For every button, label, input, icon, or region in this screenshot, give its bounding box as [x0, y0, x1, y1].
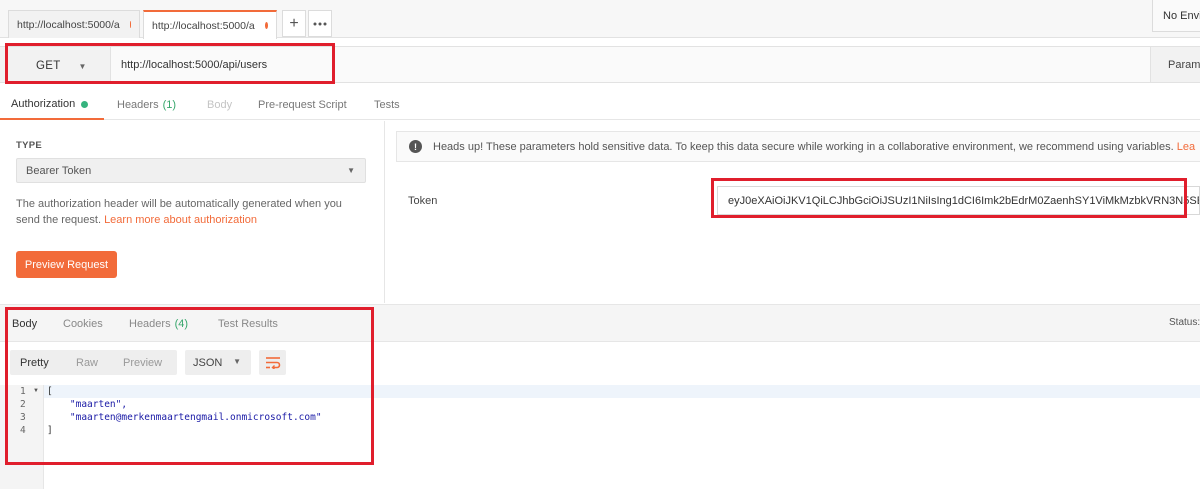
- tab-label: Headers: [129, 318, 171, 330]
- type-label: TYPE: [16, 140, 43, 151]
- tab-body[interactable]: Body: [207, 90, 232, 120]
- ellipsis-icon: [313, 22, 327, 25]
- request-subtabs: Authorization Headers (1) Body Pre-reque…: [0, 90, 1200, 120]
- code-line: ]: [47, 425, 53, 436]
- new-tab-button[interactable]: +: [282, 10, 306, 37]
- request-tab[interactable]: http://localhost:5000/a: [8, 10, 140, 38]
- unsaved-dot-icon: [129, 21, 131, 28]
- tab-label: Body: [12, 318, 38, 330]
- format-select[interactable]: JSON ▼: [185, 350, 251, 375]
- status-dot-icon: [81, 100, 89, 108]
- auth-desc-text: send the request.: [16, 214, 105, 226]
- auth-type-panel: TYPE Bearer Token ▼ The authorization he…: [0, 121, 385, 303]
- auth-description: The authorization header will be automat…: [16, 196, 366, 228]
- preview-button[interactable]: Preview: [123, 350, 162, 375]
- auth-type-select[interactable]: Bearer Token ▼: [16, 158, 366, 183]
- response-body-editor[interactable]: 1 ▼ 2 3 4 [ "maarten", "maarten@merkenma…: [0, 385, 1200, 489]
- line-gutter: 1 ▼ 2 3 4: [0, 385, 44, 489]
- tab-label: Test Results: [218, 318, 278, 330]
- wrap-lines-button[interactable]: [259, 350, 286, 375]
- caret-down-icon: ▼: [233, 357, 241, 366]
- line-number: 2: [20, 399, 26, 410]
- tab-pre-request-script[interactable]: Pre-request Script: [258, 90, 347, 120]
- tab-count: (4): [174, 318, 189, 330]
- view-mode-group: Pretty Raw Preview: [10, 350, 177, 375]
- auth-desc-line2: send the request. Learn more about autho…: [16, 212, 366, 228]
- wrap-lines-icon: [265, 357, 280, 369]
- tab-label: Pre-request Script: [258, 99, 347, 111]
- pretty-button[interactable]: Pretty: [20, 350, 49, 375]
- caret-down-icon: ▼: [347, 166, 355, 175]
- status-label: Status:: [1169, 317, 1200, 328]
- tab-authorization[interactable]: Authorization: [0, 90, 104, 120]
- method-label: GET: [36, 60, 61, 72]
- environment-label: No Envi: [1163, 9, 1200, 22]
- token-input[interactable]: eyJ0eXAiOiJKV1QiLCJhbGciOiJSUzI1NiIsIng1…: [717, 186, 1200, 215]
- auth-params-panel: ! Heads up! These parameters hold sensit…: [386, 121, 1200, 303]
- method-select[interactable]: GET ▼: [18, 53, 108, 79]
- tab-label: Authorization: [11, 98, 76, 110]
- raw-button[interactable]: Raw: [76, 350, 98, 375]
- line-number: 3: [20, 412, 26, 423]
- auth-desc-line1: The authorization header will be automat…: [16, 198, 342, 210]
- code-line: "maarten@merkenmaartengmail.onmicrosoft.…: [47, 412, 322, 423]
- tab-response-headers[interactable]: Headers (4): [129, 305, 188, 343]
- tab-label: Tests: [374, 99, 400, 111]
- more-tabs-button[interactable]: [308, 10, 332, 37]
- learn-more-link[interactable]: Learn more about authorization: [104, 214, 257, 226]
- params-label: Param: [1168, 58, 1200, 71]
- fold-arrow-icon[interactable]: ▼: [33, 388, 39, 394]
- active-line-highlight: [0, 385, 1200, 398]
- unsaved-dot-icon: [264, 22, 268, 29]
- request-tab-label: http://localhost:5000/a: [152, 19, 255, 32]
- tab-headers[interactable]: Headers (1): [117, 90, 176, 120]
- info-icon: !: [409, 140, 422, 153]
- response-toolbar: Pretty Raw Preview JSON ▼: [0, 343, 1200, 385]
- token-label: Token: [408, 195, 438, 207]
- tab-count: (1): [162, 99, 177, 111]
- caret-down-icon: ▼: [78, 61, 87, 71]
- url-input[interactable]: http://localhost:5000/api/users: [110, 47, 1150, 82]
- request-tab-label: http://localhost:5000/a: [17, 18, 120, 31]
- response-tabs: Body Cookies Headers (4) Test Results St…: [0, 304, 1200, 342]
- line-number: 1: [20, 386, 26, 397]
- tab-tests[interactable]: Tests: [374, 90, 400, 120]
- line-number: 4: [20, 425, 26, 436]
- preview-request-button[interactable]: Preview Request: [16, 251, 117, 278]
- plus-icon: +: [289, 14, 299, 32]
- notice-link[interactable]: Lea: [1177, 141, 1195, 153]
- environment-select[interactable]: No Envi: [1152, 0, 1200, 32]
- tab-label: Cookies: [63, 318, 103, 330]
- tab-response-body[interactable]: Body: [12, 305, 37, 343]
- format-label: JSON: [193, 356, 223, 369]
- token-value: eyJ0eXAiOiJKV1QiLCJhbGciOiJSUzI1NiIsIng1…: [728, 194, 1200, 207]
- request-tab-active[interactable]: http://localhost:5000/a: [143, 10, 277, 39]
- auth-type-value: Bearer Token: [26, 164, 92, 177]
- request-tab-bar: http://localhost:5000/a http://localhost…: [0, 0, 1200, 39]
- params-button[interactable]: Param: [1150, 47, 1200, 82]
- tab-label: Headers: [117, 99, 159, 111]
- tab-cookies[interactable]: Cookies: [63, 305, 103, 343]
- tab-label: Body: [207, 99, 233, 111]
- url-bar: GET ▼ http://localhost:5000/api/users Pa…: [0, 46, 1200, 83]
- url-value: http://localhost:5000/api/users: [121, 58, 268, 71]
- code-line: [: [47, 386, 53, 397]
- sensitive-data-notice: ! Heads up! These parameters hold sensit…: [396, 131, 1200, 162]
- notice-text: Heads up! These parameters hold sensitiv…: [433, 140, 1174, 153]
- tab-test-results[interactable]: Test Results: [218, 305, 278, 343]
- code-line: "maarten",: [47, 399, 128, 410]
